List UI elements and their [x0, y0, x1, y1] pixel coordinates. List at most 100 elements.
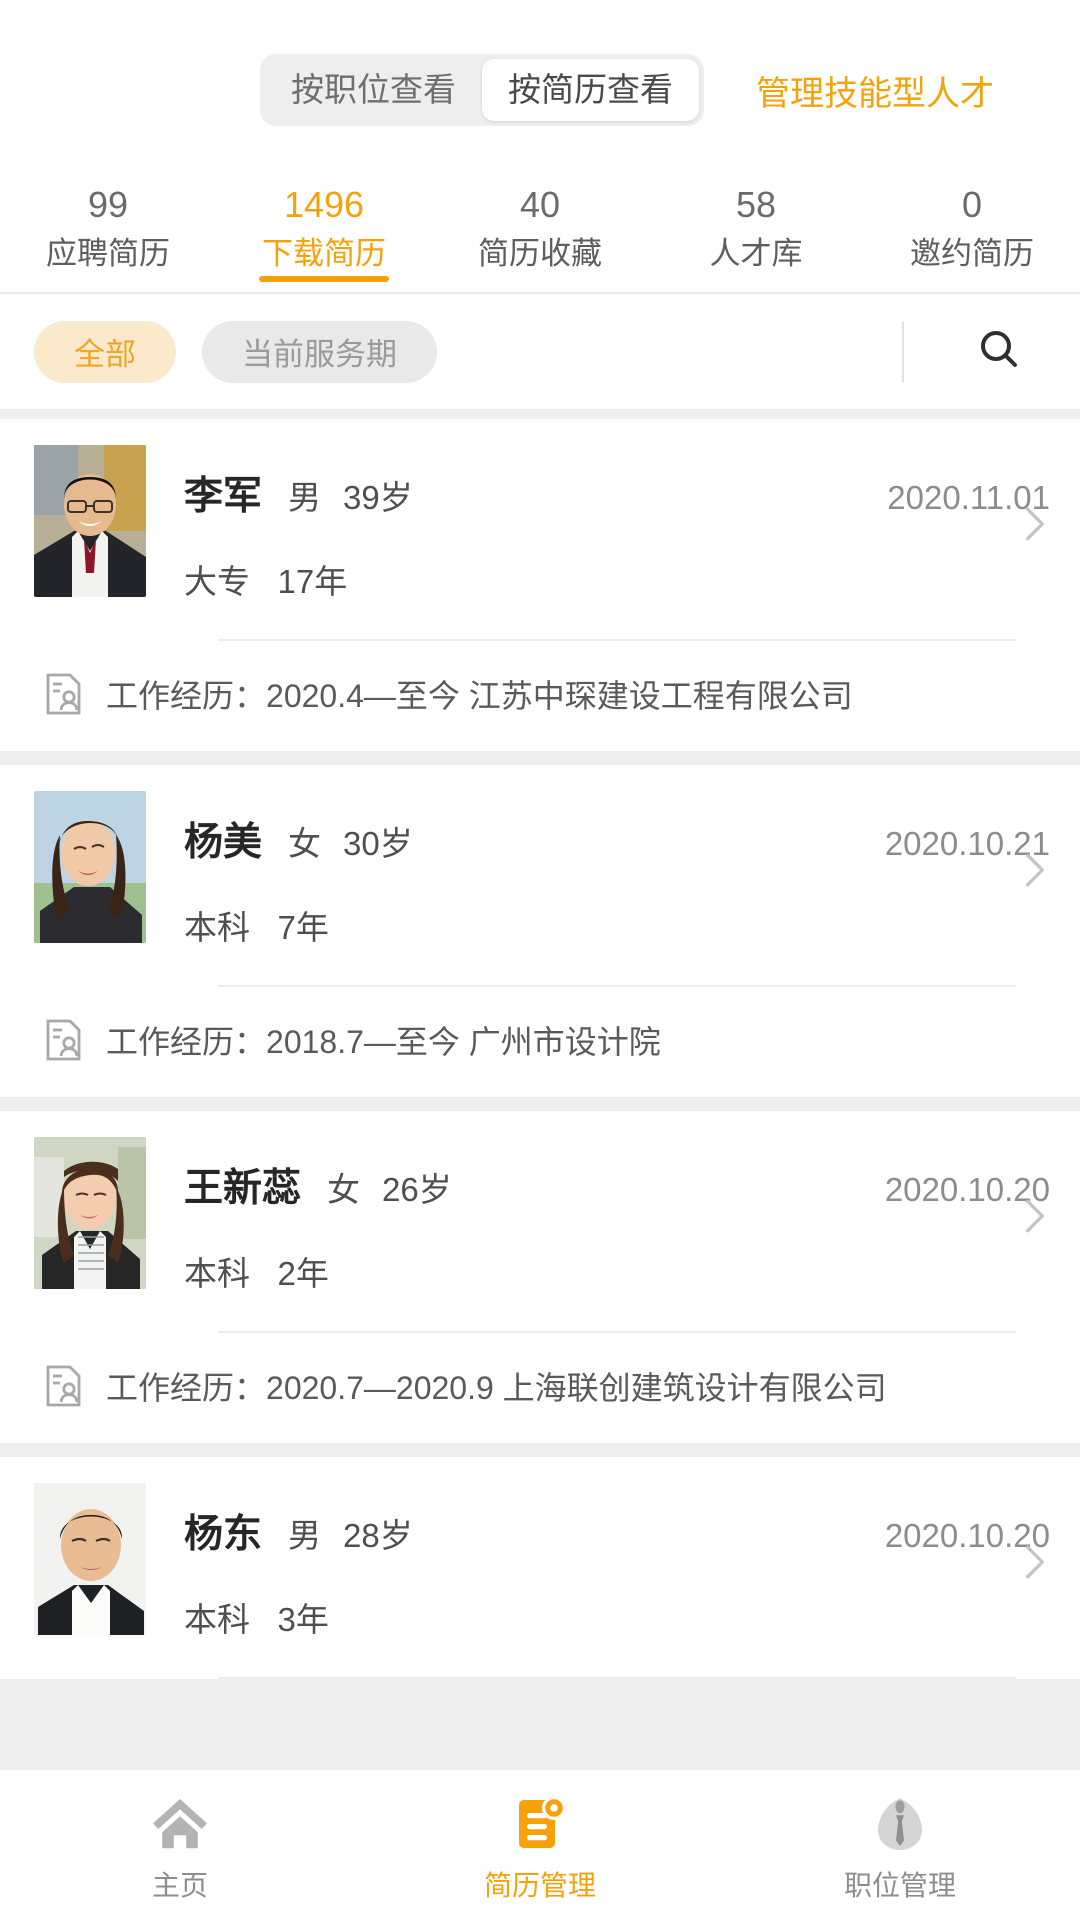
- work-experience-detail: 2018.7—至今 广州市设计院: [266, 1024, 661, 1060]
- candidate-experience-years: 3年: [277, 1601, 329, 1638]
- education-row: 本科 2年: [184, 1247, 1050, 1295]
- tab-label: 主页: [151, 1870, 208, 1901]
- list-item[interactable]: 杨东 男 28岁 2020.10.20 本科 3年: [0, 1457, 1080, 1679]
- segment-by-position[interactable]: 按职位查看: [265, 59, 482, 121]
- card-top: 杨美 女 30岁 2020.10.21 本科 7年: [34, 791, 1050, 949]
- candidate-name: 杨东: [184, 1513, 263, 1556]
- chevron-right-icon: [1024, 505, 1046, 543]
- resume-list[interactable]: 李军 男 39岁 2020.11.01 大专 17年 工作经历：2020.4—至…: [0, 409, 1080, 1768]
- card-top: 王新蕊 女 26岁 2020.10.20 本科 2年: [34, 1137, 1050, 1295]
- tie-icon: [874, 1796, 926, 1852]
- list-item[interactable]: 王新蕊 女 26岁 2020.10.20 本科 2年 工作经历：2020.7—2…: [0, 1111, 1080, 1443]
- card-main: 杨美 女 30岁 2020.10.21 本科 7年: [184, 791, 1050, 949]
- stat-label: 下载简历: [262, 236, 386, 271]
- candidate-name: 李军: [184, 475, 263, 518]
- education-row: 本科 7年: [184, 901, 1050, 949]
- candidate-summary-row: 杨东 男 28岁 2020.10.20: [184, 1503, 1050, 1559]
- stat-value: 0: [961, 184, 983, 225]
- candidate-gender: 男: [288, 479, 322, 516]
- card-main: 王新蕊 女 26岁 2020.10.20 本科 2年: [184, 1137, 1050, 1295]
- search-button[interactable]: [964, 317, 1034, 387]
- card-separator: [218, 1677, 1016, 1679]
- chevron-right-icon: [1024, 1543, 1046, 1581]
- segment-by-resume[interactable]: 按简历查看: [482, 59, 699, 121]
- stat-label: 邀约简历: [910, 236, 1034, 271]
- work-experience-text: 工作经历：2020.7—2020.9 上海联创建筑设计有限公司: [106, 1363, 887, 1409]
- work-experience-label: 工作经历：: [106, 1024, 267, 1060]
- candidate-summary-row: 杨美 女 30岁 2020.10.21: [184, 811, 1050, 867]
- work-experience-row: 工作经历：2020.4—至今 江苏中琛建设工程有限公司: [34, 641, 1050, 751]
- candidate-education: 本科: [184, 1601, 250, 1638]
- resume-icon: [513, 1796, 567, 1852]
- candidate-gender: 男: [288, 1517, 322, 1554]
- stat-label: 人才库: [709, 236, 803, 271]
- stat-label: 应聘简历: [46, 236, 170, 271]
- candidate-age: 26岁: [382, 1171, 452, 1208]
- education-row: 本科 3年: [184, 1593, 1050, 1641]
- tab-position-management[interactable]: 职位管理: [720, 1770, 1080, 1920]
- work-experience-text: 工作经历：2018.7—至今 广州市设计院: [106, 1017, 661, 1063]
- stats-tabs: 99 应聘简历 1496 下载简历 40 简历收藏 58 人才库 0 邀约简历: [0, 180, 1080, 292]
- filter-divider: [902, 321, 904, 382]
- work-experience-icon: [44, 1364, 84, 1408]
- candidate-name: 王新蕊: [184, 1167, 302, 1210]
- stat-value: 1496: [283, 184, 365, 225]
- candidate-gender: 女: [288, 825, 322, 862]
- stat-tab-applied[interactable]: 99 应聘简历: [0, 180, 216, 278]
- candidate-age: 30岁: [343, 825, 413, 862]
- card-top: 李军 男 39岁 2020.11.01 大专 17年: [34, 445, 1050, 603]
- stat-tab-downloaded[interactable]: 1496 下载简历: [216, 180, 432, 282]
- candidate-experience-years: 17年: [277, 563, 348, 600]
- candidate-age: 28岁: [343, 1517, 413, 1554]
- stat-label: 简历收藏: [478, 236, 602, 271]
- chevron-right-icon: [1024, 1197, 1046, 1235]
- filter-chip-all[interactable]: 全部: [34, 320, 176, 383]
- tab-resume-management[interactable]: 简历管理: [360, 1770, 720, 1920]
- work-experience-text: 工作经历：2020.4—至今 江苏中琛建设工程有限公司: [106, 671, 853, 717]
- work-experience-label: 工作经历：: [106, 1370, 267, 1406]
- stat-value: 58: [735, 184, 777, 225]
- avatar: [34, 445, 146, 597]
- candidate-summary-row: 王新蕊 女 26岁 2020.10.20: [184, 1157, 1050, 1213]
- tab-label: 简历管理: [483, 1870, 596, 1901]
- candidate-summary-row: 李军 男 39岁 2020.11.01: [184, 465, 1050, 521]
- tab-home[interactable]: 主页: [0, 1770, 360, 1920]
- active-underline: [259, 276, 389, 282]
- work-experience-row: 工作经历：2020.7—2020.9 上海联创建筑设计有限公司: [34, 1333, 1050, 1443]
- candidate-experience-years: 2年: [277, 1255, 329, 1292]
- bottom-tab-bar: 主页 简历管理 职位管理: [0, 1768, 1080, 1920]
- candidate-education: 大专: [184, 563, 250, 600]
- stat-tab-talent-pool[interactable]: 58 人才库: [648, 180, 864, 278]
- stat-value: 40: [519, 184, 561, 225]
- search-icon: [975, 325, 1023, 378]
- filter-chip-current-period[interactable]: 当前服务期: [202, 320, 437, 383]
- card-main: 李军 男 39岁 2020.11.01 大专 17年: [184, 445, 1050, 603]
- tab-label: 职位管理: [843, 1870, 956, 1901]
- list-item[interactable]: 杨美 女 30岁 2020.10.21 本科 7年 工作经历：2018.7—至今…: [0, 765, 1080, 1097]
- candidate-name: 杨美: [184, 821, 263, 864]
- list-item[interactable]: 李军 男 39岁 2020.11.01 大专 17年 工作经历：2020.4—至…: [0, 419, 1080, 751]
- stat-tab-invited[interactable]: 0 邀约简历: [864, 180, 1080, 278]
- candidate-gender: 女: [327, 1171, 361, 1208]
- work-experience-detail: 2020.4—至今 江苏中琛建设工程有限公司: [266, 678, 853, 714]
- manage-skilled-talent-link[interactable]: 管理技能型人才: [756, 66, 994, 115]
- candidate-age: 39岁: [343, 479, 413, 516]
- work-experience-label: 工作经历：: [106, 678, 267, 714]
- stat-value: 99: [87, 184, 129, 225]
- top-header: 按职位查看 按简历查看 管理技能型人才: [0, 0, 1080, 180]
- avatar: [34, 1483, 146, 1635]
- candidate-education: 本科: [184, 1255, 250, 1292]
- work-experience-icon: [44, 1018, 84, 1062]
- avatar: [34, 791, 146, 943]
- card-main: 杨东 男 28岁 2020.10.20 本科 3年: [184, 1483, 1050, 1641]
- view-mode-segmented-control[interactable]: 按职位查看 按简历查看: [260, 54, 704, 126]
- candidate-education: 本科: [184, 909, 250, 946]
- filter-bar: 全部 当前服务期: [0, 294, 1080, 409]
- work-experience-detail: 2020.7—2020.9 上海联创建筑设计有限公司: [266, 1370, 887, 1406]
- candidate-experience-years: 7年: [277, 909, 329, 946]
- chevron-right-icon: [1024, 851, 1046, 889]
- education-row: 大专 17年: [184, 555, 1050, 603]
- card-top: 杨东 男 28岁 2020.10.20 本科 3年: [34, 1483, 1050, 1641]
- avatar: [34, 1137, 146, 1289]
- stat-tab-favorites[interactable]: 40 简历收藏: [432, 180, 648, 278]
